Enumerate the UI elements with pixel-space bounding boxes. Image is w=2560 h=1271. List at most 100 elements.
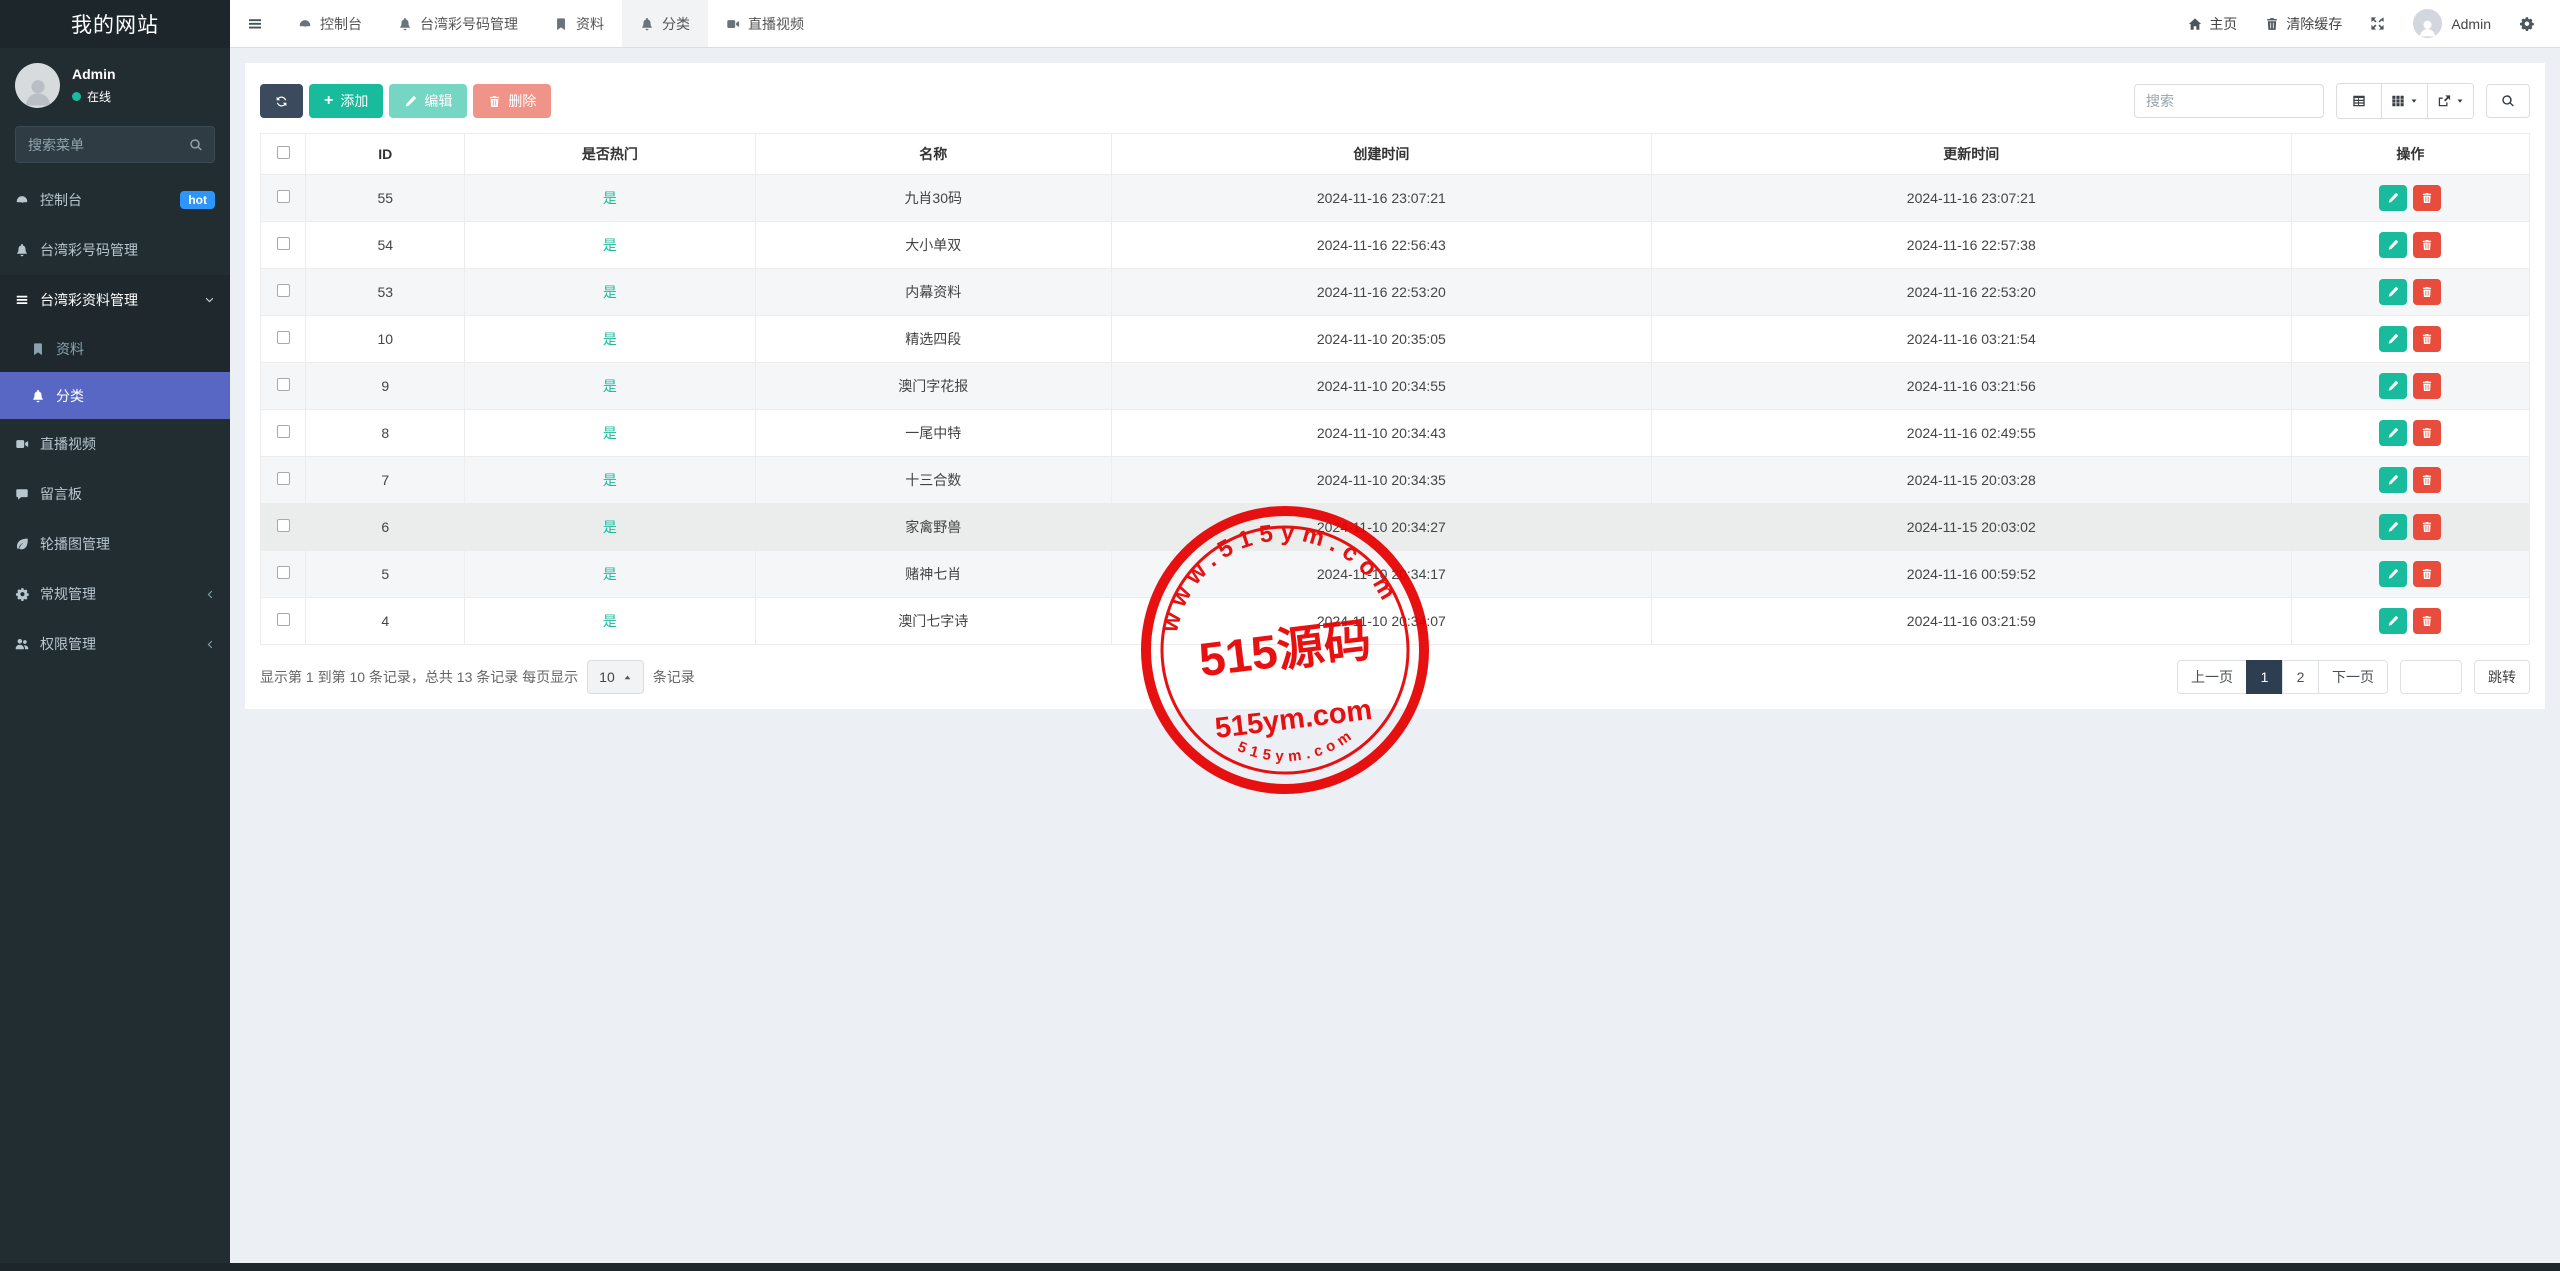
delete-row-button[interactable] — [2413, 373, 2442, 399]
table-row[interactable]: 8 是 一尾中特 2024-11-10 20:34:43 2024-11-16 02:4… — [259, 409, 2531, 457]
tab-data[interactable]: 资料 — [536, 0, 622, 47]
row-checkbox[interactable] — [276, 472, 290, 485]
menu-search-input[interactable] — [16, 136, 178, 153]
delete-row-button[interactable] — [2413, 326, 2442, 352]
page-jump-input[interactable] — [2400, 660, 2462, 694]
user-menu[interactable]: Admin — [2413, 9, 2491, 38]
table-row[interactable]: 9 是 澳门字花报 2024-11-10 20:34:55 2024-11-16 03:… — [259, 362, 2531, 410]
fullscreen-button[interactable] — [2370, 16, 2385, 31]
page-button-prev[interactable]: 上一页 — [2177, 660, 2247, 694]
sidebar-subitem-data[interactable]: 资料 — [0, 325, 230, 372]
app-logo[interactable]: 我的网站 — [0, 0, 230, 48]
page-button-1[interactable]: 1 — [2246, 660, 2283, 694]
row-checkbox[interactable] — [276, 425, 290, 438]
delete-row-button[interactable] — [2413, 420, 2442, 446]
refresh-icon — [275, 95, 288, 108]
sidebar-subitem-label: 资料 — [56, 340, 84, 357]
row-checkbox[interactable] — [276, 519, 290, 532]
delete-row-button[interactable] — [2413, 561, 2442, 587]
pencil-icon — [2387, 521, 2399, 533]
tab-category[interactable]: 分类 — [622, 0, 708, 47]
row-checkbox[interactable] — [276, 237, 290, 250]
edit-button[interactable]: 编辑 — [389, 84, 468, 118]
page-button-next[interactable]: 下一页 — [2318, 660, 2388, 694]
export-icon — [2437, 94, 2451, 108]
sidebar-item-lottery-data-manage[interactable]: 台湾彩资料管理 — [0, 275, 230, 325]
table-search-input[interactable] — [2134, 84, 2324, 118]
tab-console[interactable]: 控制台 — [280, 0, 380, 47]
edit-row-button[interactable] — [2379, 420, 2408, 446]
sidebar-item-message-board[interactable]: 留言板 — [0, 469, 230, 519]
edit-row-button[interactable] — [2379, 185, 2408, 211]
column-header-updated: 更新时间 — [1650, 133, 2292, 175]
delete-row-button[interactable] — [2413, 467, 2442, 493]
table-row[interactable]: 5 是 赌神七肖 2024-11-10 20:34:17 2024-11-16 00:5… — [259, 550, 2531, 598]
user-status[interactable]: 在线 — [72, 88, 116, 105]
settings-button[interactable] — [2519, 16, 2534, 31]
page-size-select[interactable]: 10 — [587, 660, 644, 694]
select-all-header[interactable] — [259, 133, 307, 175]
row-checkbox[interactable] — [276, 331, 290, 344]
sidebar-submenu: 资料分类 — [0, 325, 230, 419]
pencil-icon — [2387, 474, 2399, 486]
cell-id: 8 — [305, 409, 466, 457]
user-name: Admin — [72, 66, 116, 82]
search-button[interactable] — [2486, 84, 2530, 118]
table-row[interactable]: 54 是 大小单双 2024-11-16 22:56:43 2024-11-16 22:… — [259, 221, 2531, 269]
delete-row-button[interactable] — [2413, 279, 2442, 305]
refresh-button[interactable] — [260, 84, 303, 118]
add-button[interactable]: + 添加 — [309, 84, 384, 118]
delete-row-button[interactable] — [2413, 232, 2442, 258]
row-checkbox[interactable] — [276, 190, 290, 203]
row-checkbox[interactable] — [276, 378, 290, 391]
menu-search-button[interactable] — [178, 127, 214, 162]
gear-icon — [2519, 16, 2534, 31]
sidebar-subitem-category[interactable]: 分类 — [0, 372, 230, 419]
edit-row-button[interactable] — [2379, 608, 2408, 634]
edit-row-button[interactable] — [2379, 373, 2408, 399]
row-checkbox[interactable] — [276, 613, 290, 626]
delete-row-button[interactable] — [2413, 608, 2442, 634]
sidebar-toggle-button[interactable] — [230, 0, 280, 47]
delete-row-button[interactable] — [2413, 514, 2442, 540]
delete-row-button[interactable] — [2413, 185, 2442, 211]
sidebar-item-live-video[interactable]: 直播视频 — [0, 419, 230, 469]
select-all-checkbox[interactable] — [276, 146, 290, 159]
cell-actions — [2290, 315, 2531, 363]
page-button-2[interactable]: 2 — [2282, 660, 2319, 694]
table-row[interactable]: 4 是 澳门七字诗 2024-11-10 20:34:07 2024-11-16 03:… — [259, 597, 2531, 645]
table-row[interactable]: 53 是内幕资料 2024-11-16 22:53:20 2024-11-16 22:… — [259, 268, 2531, 316]
table-row[interactable]: 7 是 十三合数 2024-11-10 20:34:35 2024-11-15 20:0… — [259, 456, 2531, 504]
tab-lottery-number-manage[interactable]: 台湾彩号码管理 — [380, 0, 536, 47]
edit-row-button[interactable] — [2379, 279, 2408, 305]
bookmark-icon — [554, 17, 568, 31]
row-checkbox[interactable] — [276, 566, 290, 579]
edit-row-button[interactable] — [2379, 232, 2408, 258]
edit-row-button[interactable] — [2379, 514, 2408, 540]
trash-icon — [2421, 474, 2433, 486]
tab-live-video[interactable]: 直播视频 — [708, 0, 822, 47]
edit-row-button[interactable] — [2379, 467, 2408, 493]
table-row[interactable]: 6 是 家禽野兽 2024-11-10 20:34:27 2024-11-15 20:0… — [259, 503, 2531, 551]
grid-icon — [2391, 94, 2405, 108]
table-row[interactable]: 10 是 精选四段 2024-11-10 20:35:05 2024-11-16 03:… — [259, 315, 2531, 363]
sidebar-item-console[interactable]: 控制台 hot — [0, 175, 230, 225]
home-link[interactable]: 主页 — [2188, 14, 2237, 34]
sidebar-item-carousel-manage[interactable]: 轮播图管理 — [0, 519, 230, 569]
cell-actions — [2290, 221, 2531, 269]
detail-view-button[interactable] — [2337, 84, 2381, 118]
clear-cache-link[interactable]: 清除缓存 — [2265, 14, 2342, 34]
table-row[interactable]: 55 是九肖30码 2024-11-16 23:07:21 2024-11-16 23… — [259, 174, 2531, 222]
page-jump-button[interactable]: 跳转 — [2474, 660, 2530, 694]
columns-button[interactable] — [2381, 84, 2427, 118]
cell-hot: 是 — [464, 409, 756, 457]
sidebar-item-general-manage[interactable]: 常规管理 — [0, 569, 230, 619]
search-icon — [189, 138, 203, 152]
edit-row-button[interactable] — [2379, 326, 2408, 352]
delete-button[interactable]: 删除 — [473, 84, 552, 118]
sidebar-item-permission-manage[interactable]: 权限管理 — [0, 619, 230, 669]
export-button[interactable] — [2427, 84, 2473, 118]
sidebar-item-lottery-number-manage[interactable]: 台湾彩号码管理 — [0, 225, 230, 275]
row-checkbox[interactable] — [276, 284, 290, 297]
edit-row-button[interactable] — [2379, 561, 2408, 587]
